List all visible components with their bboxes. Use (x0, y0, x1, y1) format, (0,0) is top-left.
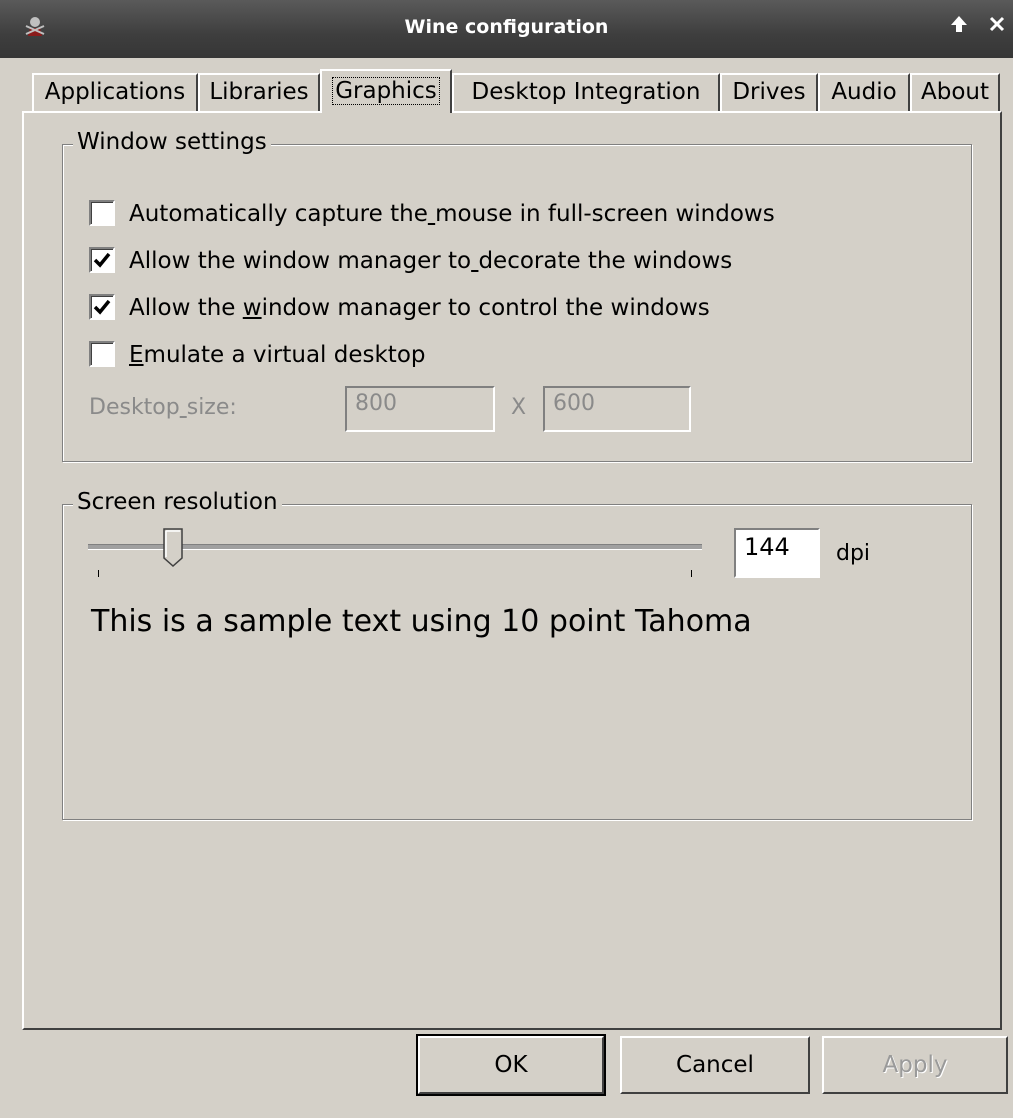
close-icon[interactable] (984, 12, 1010, 42)
title-bar[interactable]: Wine configuration (0, 0, 1013, 58)
arrow-up-icon[interactable] (946, 12, 972, 42)
checkbox-box[interactable] (89, 200, 115, 226)
checkmark-icon (93, 252, 111, 268)
capture-mouse-checkbox[interactable]: Automatically capture the mouse in full-… (89, 197, 849, 231)
desktop-height-input[interactable]: 600 (543, 386, 691, 432)
wine-config-window: Applications Libraries Graphics Desktop … (0, 58, 1013, 1118)
checkbox-box[interactable] (89, 341, 115, 367)
tab-graphics[interactable]: Graphics (320, 69, 452, 113)
sample-text: This is a sample text using 10 point Tah… (91, 604, 752, 639)
screen-resolution-title: Screen resolution (73, 489, 282, 515)
control-windows-checkbox[interactable]: Allow the window manager to control the … (89, 291, 789, 325)
tab-applications[interactable]: Applications (32, 73, 198, 111)
desktop-size-label: Desktop size: (89, 395, 237, 420)
checkbox-box[interactable] (89, 247, 115, 273)
desktop-size-separator: X (511, 395, 527, 420)
desktop-width-input[interactable]: 800 (345, 386, 495, 432)
dpi-input[interactable]: 144 (734, 528, 820, 578)
window-title: Wine configuration (404, 16, 609, 38)
dpi-slider-thumb[interactable] (163, 528, 183, 568)
tab-about[interactable]: About (910, 73, 1000, 111)
tab-libraries[interactable]: Libraries (198, 73, 320, 111)
checkbox-box[interactable] (89, 294, 115, 320)
screen-resolution-group: Screen resolution This is a sample text … (62, 489, 972, 820)
tab-drives[interactable]: Drives (720, 73, 818, 111)
apply-button[interactable]: Apply (822, 1036, 1008, 1094)
virtual-desktop-checkbox[interactable]: Emulate a virtual desktop (89, 338, 469, 372)
cancel-button[interactable]: Cancel (620, 1036, 810, 1094)
ok-button[interactable]: OK (416, 1034, 606, 1096)
checkmark-icon (93, 299, 111, 315)
tab-desktop-integration[interactable]: Desktop Integration (452, 73, 720, 111)
decorate-windows-checkbox[interactable]: Allow the window manager to decorate the… (89, 244, 809, 278)
window-settings-group: Window settings Automatically capture th… (62, 129, 972, 462)
window-settings-title: Window settings (73, 129, 271, 155)
tab-audio[interactable]: Audio (818, 73, 910, 111)
